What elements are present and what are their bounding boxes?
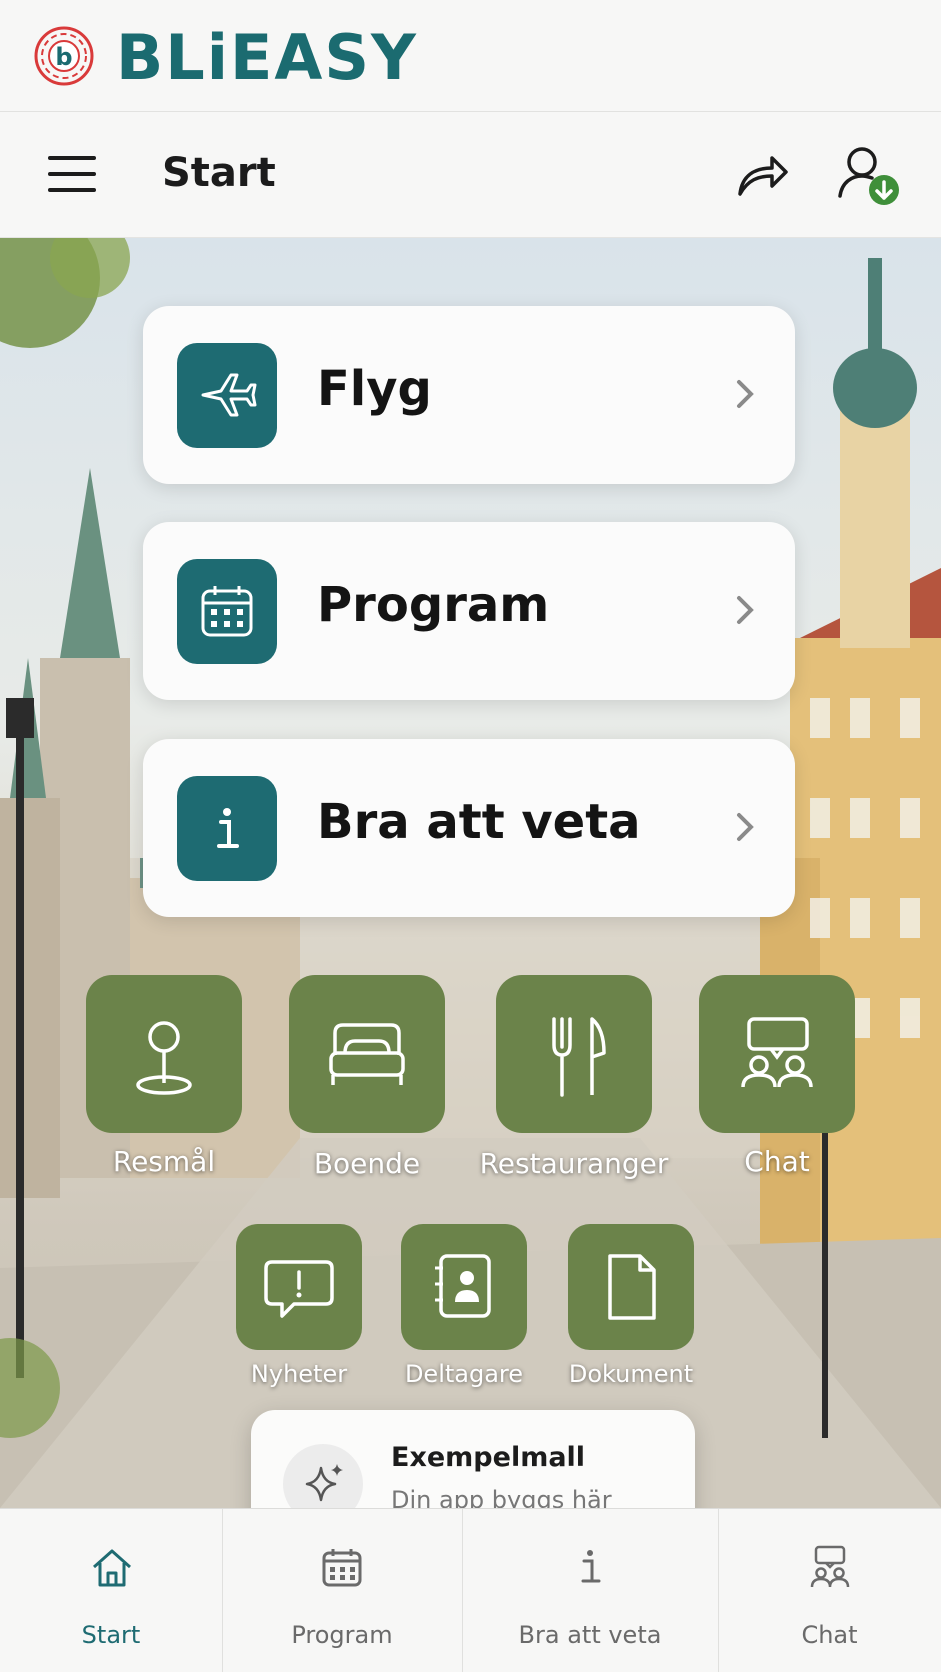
tile-label: Dokument (568, 1360, 694, 1388)
tab-label: Program (291, 1621, 393, 1649)
tile-dokument[interactable] (568, 1224, 694, 1350)
share-icon[interactable] (732, 146, 790, 204)
chevron-right-icon (737, 380, 754, 408)
menu-icon-line (48, 188, 96, 192)
brand-name: BLiEASY (116, 21, 418, 94)
nav-card-program[interactable]: Program (143, 522, 795, 700)
menu-icon-line (48, 172, 96, 176)
tile-restauranger[interactable] (496, 975, 652, 1133)
tile-deltagare[interactable] (401, 1224, 527, 1350)
nav-card-label: Program (317, 577, 550, 633)
document-icon (608, 1254, 656, 1320)
tile-label: Resmål (112, 1145, 216, 1178)
svg-text:b: b (55, 43, 72, 71)
info-icon (581, 1550, 601, 1583)
hamburger-menu-button[interactable] (48, 154, 98, 194)
info-icon (217, 808, 239, 848)
tab-label: Bra att veta (518, 1621, 662, 1649)
contacts-icon (435, 1254, 491, 1318)
home-icon (93, 1549, 131, 1587)
tile-label: Nyheter (250, 1360, 348, 1388)
calendar-icon (201, 586, 253, 637)
nav-card-label: Bra att veta (317, 794, 641, 850)
tab-label: Start (81, 1621, 141, 1649)
news-alert-icon (264, 1260, 334, 1318)
toast-title: Exempelmall (391, 1442, 586, 1473)
bottom-tab-bar: Start Program Bra att veta Chat (0, 1508, 941, 1672)
app-header: Start (0, 112, 941, 238)
tab-bra-att-veta[interactable]: Bra att veta (462, 1509, 718, 1672)
tab-start[interactable]: Start (0, 1509, 222, 1672)
profile-download-icon[interactable] (836, 142, 902, 208)
nav-card-label: Flyg (317, 361, 432, 417)
brand-bar: b BLiEASY (0, 0, 941, 112)
tile-nyheter[interactable] (236, 1224, 362, 1350)
tile-boende[interactable] (289, 975, 445, 1133)
tile-resmal[interactable] (86, 975, 242, 1133)
tile-label: Chat (744, 1145, 810, 1178)
bed-icon (329, 1023, 405, 1085)
tab-chat[interactable]: Chat (718, 1509, 941, 1672)
location-pin-icon (136, 1021, 192, 1095)
tile-label: Deltagare (404, 1360, 524, 1388)
nav-card-icon-box (177, 776, 277, 881)
brand-logo-icon: b (34, 26, 94, 86)
nav-card-bra-att-veta[interactable]: Bra att veta (143, 739, 795, 917)
tile-label: Restauranger (479, 1147, 669, 1180)
nav-card-flyg[interactable]: Flyg (143, 306, 795, 484)
nav-card-icon-box (177, 559, 277, 664)
airplane-icon (201, 373, 257, 417)
tab-program[interactable]: Program (222, 1509, 462, 1672)
calendar-icon (322, 1549, 362, 1587)
tile-label: Boende (313, 1147, 421, 1180)
chevron-right-icon (737, 813, 754, 841)
chat-people-icon (810, 1545, 850, 1588)
tile-chat[interactable] (699, 975, 855, 1133)
tab-label: Chat (801, 1621, 858, 1649)
chat-people-icon (741, 1017, 813, 1088)
menu-icon-line (48, 156, 96, 160)
chevron-right-icon (737, 596, 754, 624)
fork-knife-icon (552, 1017, 606, 1097)
nav-card-icon-box (177, 343, 277, 448)
page-title: Start (162, 150, 276, 196)
